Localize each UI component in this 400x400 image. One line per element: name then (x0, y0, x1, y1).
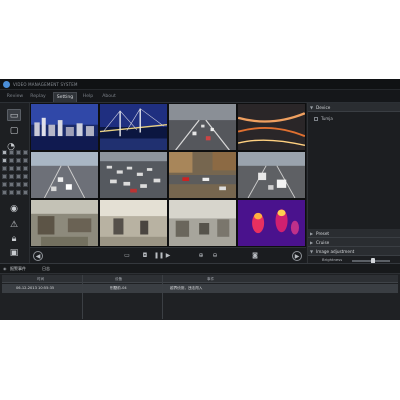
camera-icon[interactable]: ▣ (7, 247, 21, 259)
slider-brightness[interactable] (352, 258, 390, 264)
cruise-section-header[interactable]: ▶ Cruise (308, 238, 400, 247)
event-device: 别墅前-04 (110, 286, 127, 290)
event-panel: ◉ 报警事件 日志 时间 设备 事件 06-12-2013 10:55:35 别… (0, 263, 400, 320)
application-window: VIDEO MANAGEMENT SYSTEM Review Replay Se… (0, 79, 400, 320)
event-table-header: 时间 设备 事件 (2, 275, 398, 283)
layout-option[interactable] (23, 174, 28, 179)
title-bar: VIDEO MANAGEMENT SYSTEM (0, 79, 400, 90)
left-toolbar: ▭ ▢ ◔ ◉ ⚠ 🔒︎ ▣ (0, 103, 30, 263)
table-row[interactable]: 06-12-2013 10:55:35 别墅前-04 越界侦测，违法闯入 (2, 284, 398, 293)
zoom-out-icon[interactable]: ⊖ (210, 251, 220, 261)
video-tile-office-interior[interactable] (30, 199, 99, 247)
collapse-arrow-icon: ▼ (310, 249, 314, 254)
video-tile-thermal-view[interactable] (237, 199, 306, 247)
layout-option[interactable] (2, 174, 7, 179)
layout-icon[interactable]: ▭ (7, 109, 21, 121)
volume-icon[interactable]: ◔ (4, 141, 18, 153)
video-tile-busy-highway[interactable] (99, 151, 168, 199)
video-controls: ◀ ▭ ◘ ❚❚ ▶ ⊕ ⊖ ◙ ▶ (30, 247, 306, 263)
layout-option[interactable] (2, 190, 7, 195)
video-tile-road-trucks[interactable] (237, 151, 306, 199)
checkbox[interactable] (314, 117, 318, 121)
layout-option[interactable] (23, 190, 28, 195)
play-icon[interactable]: ▶ (163, 251, 173, 261)
event-tabs: ◉ 报警事件 日志 (0, 264, 400, 274)
video-tile-street-traffic[interactable] (30, 151, 99, 199)
record-button-icon[interactable]: ◙ (250, 251, 260, 261)
previous-page-icon[interactable]: ◀ (33, 251, 43, 261)
layout-option[interactable] (9, 174, 14, 179)
video-tile-city-intersection[interactable] (168, 151, 237, 199)
app-title: VIDEO MANAGEMENT SYSTEM (13, 82, 78, 87)
expand-arrow-icon: ▶ (310, 231, 314, 236)
tab-log[interactable]: 日志 (42, 264, 50, 274)
video-grid (30, 103, 306, 247)
tab-about[interactable]: About (99, 92, 119, 102)
column-divider (82, 275, 83, 319)
tab-setting[interactable]: Setting (53, 92, 77, 102)
right-panel: ▼ Device Tumja ▶ Preset ▶ Cruise ▼ Image adj… (307, 103, 400, 288)
tab-review[interactable]: Review (4, 92, 26, 102)
expand-arrow-icon: ▶ (310, 240, 314, 245)
device-list-item[interactable]: Tumja (314, 116, 333, 122)
app-logo-icon (3, 81, 10, 88)
layout-option[interactable] (16, 190, 21, 195)
menu-bar: Review Replay Setting Help About (0, 90, 400, 103)
record-icon[interactable]: ◉ (7, 203, 21, 215)
video-tile-highway-interchange[interactable] (237, 103, 306, 151)
tab-replay[interactable]: Replay (27, 92, 49, 102)
column-divider (162, 275, 163, 319)
collapse-arrow-icon: ▼ (310, 105, 314, 110)
fullscreen-icon[interactable]: ▭ (122, 251, 132, 261)
video-tile-bridge-night[interactable] (99, 103, 168, 151)
event-description: 越界侦测，违法闯入 (170, 286, 203, 290)
column-time: 时间 (37, 277, 45, 281)
preset-section-header[interactable]: ▶ Preset (308, 229, 400, 238)
video-tile-city-skyline-night[interactable] (30, 103, 99, 151)
layout-option[interactable] (23, 158, 28, 163)
layout-option[interactable] (16, 166, 21, 171)
video-tile-lobby-interior[interactable] (99, 199, 168, 247)
layout-option[interactable] (2, 166, 7, 171)
alarm-dot-icon: ◉ (3, 266, 7, 271)
snapshot-icon[interactable]: ◘ (140, 251, 150, 261)
layout-option[interactable] (16, 182, 21, 187)
alarm-icon[interactable]: ⚠ (7, 219, 21, 231)
video-tile-hall-interior[interactable] (168, 199, 237, 247)
tab-alarm-events[interactable]: 报警事件 (10, 264, 26, 274)
layout-option[interactable] (16, 158, 21, 163)
tab-help[interactable]: Help (80, 92, 96, 102)
layout-option[interactable] (2, 158, 7, 163)
layout-option[interactable] (23, 166, 28, 171)
layout-option[interactable] (23, 150, 28, 155)
layout-option[interactable] (16, 174, 21, 179)
column-device: 设备 (115, 277, 123, 281)
monitor-icon[interactable]: ▢ (7, 125, 21, 137)
video-tile-highway-overhead[interactable] (168, 103, 237, 151)
layout-grid-selector (0, 148, 30, 200)
lock-icon[interactable]: 🔒︎ (7, 233, 21, 245)
next-page-icon[interactable]: ▶ (292, 251, 302, 261)
event-time: 06-12-2013 10:55:35 (16, 286, 55, 290)
layout-option[interactable] (9, 182, 14, 187)
image-adjustment-header[interactable]: ▼ Image adjustment (308, 247, 400, 256)
layout-option[interactable] (2, 182, 7, 187)
layout-option[interactable] (9, 190, 14, 195)
layout-option[interactable] (23, 182, 28, 187)
device-section-header[interactable]: ▼ Device (308, 103, 400, 112)
layout-option[interactable] (9, 158, 14, 163)
zoom-in-icon[interactable]: ⊕ (196, 251, 206, 261)
column-event: 事件 (207, 277, 215, 281)
layout-option[interactable] (9, 166, 14, 171)
